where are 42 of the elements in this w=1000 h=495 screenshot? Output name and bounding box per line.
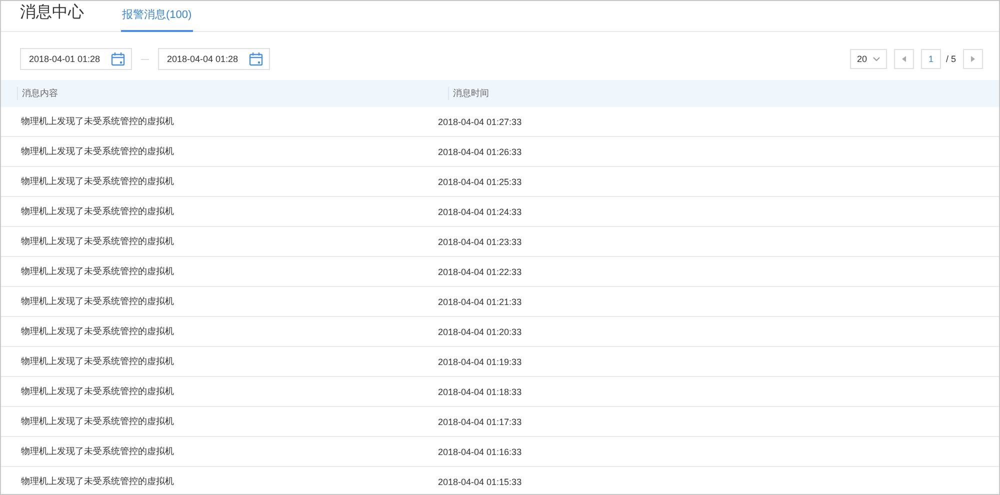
table-cell: 物理机上发现了未受系统管控的虚拟机 <box>21 476 174 486</box>
next-page-button[interactable] <box>963 49 983 69</box>
table-cell: 物理机上发现了未受系统管控的虚拟机 <box>21 146 174 156</box>
page-number-field[interactable]: 1 <box>920 49 941 69</box>
table-cell: 2018-04-04 01:24:33 <box>438 206 522 216</box>
start-date-field[interactable]: 2018-04-01 01:28 <box>20 48 132 70</box>
tab[interactable]: 报警消息(100) <box>121 7 193 32</box>
table-cell: 2018-04-04 01:16:33 <box>438 446 522 456</box>
table-cell: 物理机上发现了未受系统管控的虚拟机 <box>21 416 174 426</box>
table-cell: 2018-04-04 01:25:33 <box>438 176 522 186</box>
table-cell: 物理机上发现了未受系统管控的虚拟机 <box>21 206 174 216</box>
table-cell: 物理机上发现了未受系统管控的虚拟机 <box>21 176 174 186</box>
table-cell: 2018-04-04 01:15:33 <box>438 476 522 486</box>
table-cell: 物理机上发现了未受系统管控的虚拟机 <box>21 296 174 306</box>
end-date-field[interactable]: 2018-04-04 01:28 <box>158 48 270 70</box>
table-cell: 物理机上发现了未受系统管控的虚拟机 <box>21 386 174 396</box>
chevron-down-icon <box>872 57 880 61</box>
table-cell: 物理机上发现了未受系统管控的虚拟机 <box>21 356 174 366</box>
table-cell: 2018-04-04 01:18:33 <box>438 386 522 396</box>
calendar-icon[interactable] <box>111 52 125 66</box>
column-header: 消息内容 <box>17 87 58 100</box>
column-header: 消息时间 <box>448 87 489 100</box>
total-pages: / 5 <box>946 54 956 64</box>
table-cell: 物理机上发现了未受系统管控的虚拟机 <box>21 446 174 456</box>
table-cell: 物理机上发现了未受系统管控的虚拟机 <box>21 236 174 246</box>
calendar-icon[interactable] <box>249 52 263 66</box>
table-cell: 物理机上发现了未受系统管控的虚拟机 <box>21 326 174 336</box>
triangle-right-icon <box>971 56 975 62</box>
table-cell: 2018-04-04 01:23:33 <box>438 236 522 246</box>
table-cell: 2018-04-04 01:20:33 <box>438 326 522 336</box>
table-cell: 物理机上发现了未受系统管控的虚拟机 <box>21 116 174 126</box>
table-cell: 2018-04-04 01:27:33 <box>438 116 522 126</box>
table-cell: 物理机上发现了未受系统管控的虚拟机 <box>21 266 174 276</box>
previous-page-button[interactable] <box>894 49 914 69</box>
page-title: 消息中心 <box>20 2 84 23</box>
page-size-select[interactable]: 20 <box>850 49 887 69</box>
triangle-left-icon <box>902 56 906 62</box>
table-cell: 2018-04-04 01:26:33 <box>438 146 522 156</box>
table-cell: 2018-04-04 01:21:33 <box>438 296 522 306</box>
table-cell: 2018-04-04 01:22:33 <box>438 266 522 276</box>
table-cell: 2018-04-04 01:17:33 <box>438 416 522 426</box>
table-cell: 2018-04-04 01:19:33 <box>438 356 522 366</box>
